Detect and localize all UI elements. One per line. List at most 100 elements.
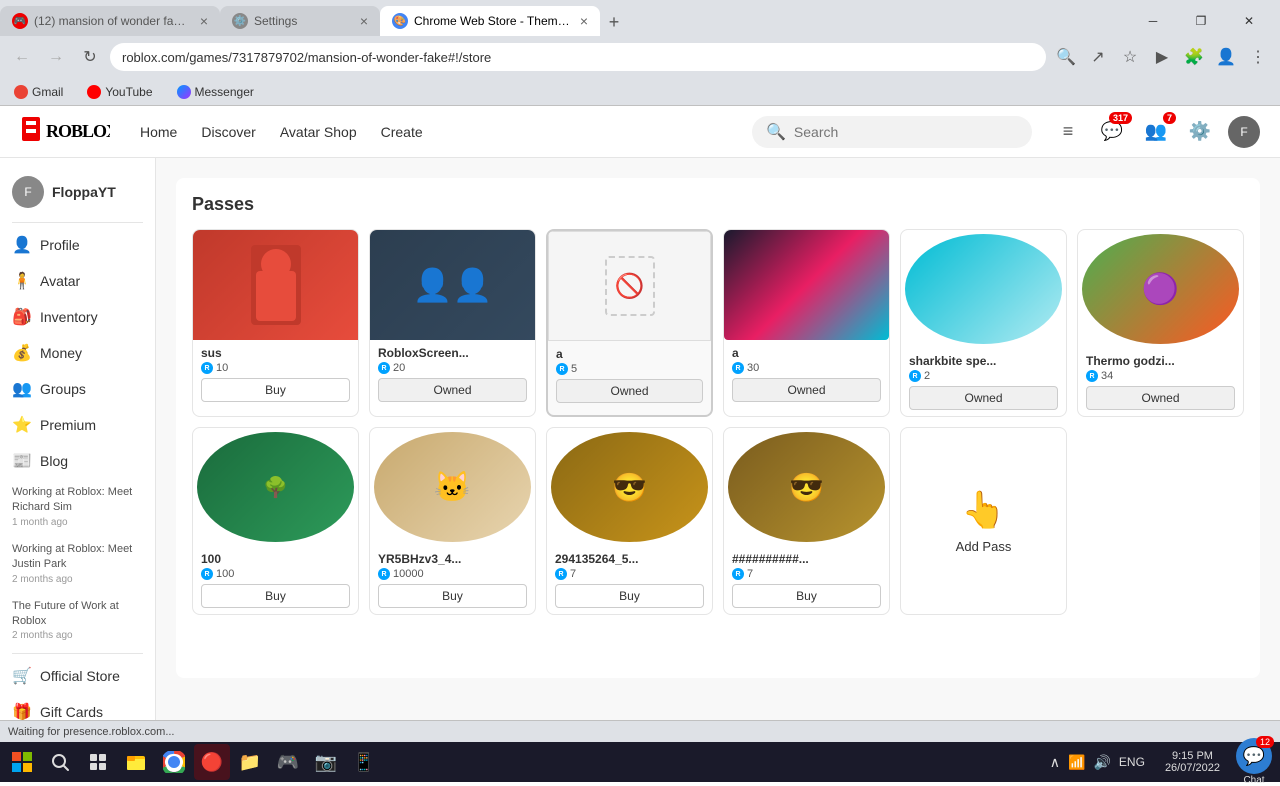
new-tab-button[interactable]: + <box>600 8 628 36</box>
window-controls: ─ ❐ ✕ <box>1130 6 1280 36</box>
bookmark-gmail[interactable]: Gmail <box>8 83 69 101</box>
buy-button-100[interactable]: Buy <box>201 584 350 608</box>
bookmark-star-icon[interactable]: ☆ <box>1116 43 1144 71</box>
buy-button-yr5[interactable]: Buy <box>378 584 527 608</box>
robux-icon-4: R <box>732 362 744 374</box>
settings-icon[interactable]: ⚙️ <box>1184 116 1216 148</box>
sidebar-item-blog[interactable]: 📰 Blog <box>0 443 155 479</box>
sidebar-item-inventory[interactable]: 🎒 Inventory <box>0 299 155 335</box>
blog-post-3[interactable]: The Future of Work at Roblox 2 months ag… <box>0 593 155 650</box>
tray-sound[interactable]: 🔊 <box>1093 754 1110 771</box>
nav-home[interactable]: Home <box>140 124 177 140</box>
taskbar-app-9[interactable]: 📱 <box>346 744 382 780</box>
roblox-search-bar[interactable]: 🔍 <box>752 116 1032 148</box>
taskbar-explorer[interactable] <box>118 744 154 780</box>
owned-button-robloxscreen[interactable]: Owned <box>378 378 527 402</box>
add-pass-card[interactable]: 👆 Add Pass <box>900 427 1067 615</box>
tray-network[interactable]: 📶 <box>1068 754 1085 771</box>
address-input[interactable] <box>110 43 1046 71</box>
nav-discover[interactable]: Discover <box>201 124 255 140</box>
back-button[interactable]: ← <box>8 43 36 71</box>
game-store-area: Passes sus <box>176 178 1260 678</box>
robux-icon-7: R <box>201 568 213 580</box>
taskbar-chrome[interactable] <box>156 744 192 780</box>
owned-button-a2[interactable]: Owned <box>732 378 881 402</box>
play-icon[interactable]: ▶ <box>1148 43 1176 71</box>
tab-1[interactable]: 🎮 (12) mansion of wonder fake - R... × <box>0 6 220 36</box>
extensions-icon[interactable]: 🧩 <box>1180 43 1208 71</box>
pass-card-robloxscreen[interactable]: 👤👤 RobloxScreen... R 20 Owned <box>369 229 536 417</box>
avatar-sidebar-icon: 🧍 <box>12 271 32 291</box>
tray-battery[interactable]: ENG <box>1119 755 1145 769</box>
taskbar-task-view[interactable] <box>80 744 116 780</box>
tab-3[interactable]: 🎨 Chrome Web Store - Themes × <box>380 6 600 36</box>
taskbar-files[interactable]: 📁 <box>232 744 268 780</box>
user-avatar-sidebar: F <box>12 176 44 208</box>
tray-arrow[interactable]: ∧ <box>1050 754 1060 771</box>
tab-1-close[interactable]: × <box>200 13 208 29</box>
pass-card-294[interactable]: 😎 294135264_5... R 7 Buy <box>546 427 713 615</box>
friends-icon[interactable]: 👥 7 <box>1140 116 1172 148</box>
pass-card-a1[interactable]: 🚫 a R 5 Owned <box>546 229 713 417</box>
pass-card-sus[interactable]: sus R 10 Buy <box>192 229 359 417</box>
bookmark-messenger[interactable]: Messenger <box>171 83 260 101</box>
pass-card-thermo[interactable]: 🟣 Thermo godzi... R 34 Owned <box>1077 229 1244 417</box>
owned-button-a1[interactable]: Owned <box>556 379 703 403</box>
nav-avatar-shop[interactable]: Avatar Shop <box>280 124 357 140</box>
sidebar-item-avatar[interactable]: 🧍 Avatar <box>0 263 155 299</box>
browser-chrome: 🎮 (12) mansion of wonder fake - R... × ⚙… <box>0 0 1280 106</box>
sidebar-item-official-store[interactable]: 🛒 Official Store <box>0 658 155 694</box>
reload-button[interactable]: ↻ <box>76 43 104 71</box>
minimize-button[interactable]: ─ <box>1130 6 1176 36</box>
owned-button-sharkbite[interactable]: Owned <box>909 386 1058 410</box>
blog-post-1-title: Working at Roblox: Meet Richard Sim <box>12 485 143 516</box>
buy-button-294[interactable]: Buy <box>555 584 704 608</box>
taskbar-search-button[interactable] <box>42 744 78 780</box>
blog-post-1[interactable]: Working at Roblox: Meet Richard Sim 1 mo… <box>0 479 155 536</box>
sidebar-item-groups[interactable]: 👥 Groups <box>0 371 155 407</box>
bookmark-youtube[interactable]: YouTube <box>81 83 158 101</box>
pass-price-robloxscreen: R 20 <box>378 362 527 374</box>
pass-card-yr5[interactable]: 🐱 YR5BHzv3_4... R 10000 Buy <box>369 427 536 615</box>
sidebar-label-official-store: Official Store <box>40 668 120 684</box>
blog-post-2[interactable]: Working at Roblox: Meet Justin Park 2 mo… <box>0 536 155 593</box>
buy-button-hash[interactable]: Buy <box>732 584 881 608</box>
pass-card-sharkbite[interactable]: sharkbite spe... R 2 Owned <box>900 229 1067 417</box>
taskbar-discord[interactable]: 🎮 <box>270 744 306 780</box>
start-button[interactable] <box>4 744 40 780</box>
forward-button[interactable]: → <box>42 43 70 71</box>
roblox-logo[interactable]: ROBLOX <box>20 115 110 149</box>
user-avatar-header[interactable]: F <box>1228 116 1260 148</box>
clock[interactable]: 9:15 PM 26/07/2022 <box>1157 750 1228 774</box>
maximize-button[interactable]: ❐ <box>1178 6 1224 36</box>
owned-button-thermo[interactable]: Owned <box>1086 386 1235 410</box>
add-pass-label: Add Pass <box>956 539 1012 554</box>
search-input[interactable] <box>794 124 1014 140</box>
taskbar-camera[interactable]: 📷 <box>308 744 344 780</box>
tab-3-close[interactable]: × <box>580 13 588 29</box>
menu-icon[interactable]: ⋮ <box>1244 43 1272 71</box>
robux-icon-6: R <box>1086 370 1098 382</box>
chat-bubble[interactable]: 💬 12 Chat <box>1236 738 1272 786</box>
search-lens-icon[interactable]: 🔍 <box>1052 43 1080 71</box>
sidebar-item-gift-cards[interactable]: 🎁 Gift Cards <box>0 694 155 720</box>
profile-icon[interactable]: 👤 <box>1212 43 1240 71</box>
feed-icon[interactable]: ≡ <box>1052 116 1084 148</box>
pass-info-a2: a R 30 Owned <box>724 340 889 408</box>
tab-2-close[interactable]: × <box>360 13 368 29</box>
user-section[interactable]: F FloppaYT <box>0 166 155 218</box>
tab-2[interactable]: ⚙️ Settings × <box>220 6 380 36</box>
nav-create[interactable]: Create <box>381 124 423 140</box>
sidebar-item-profile[interactable]: 👤 Profile <box>0 227 155 263</box>
pass-card-hash[interactable]: 😎 ##########... R 7 Buy <box>723 427 890 615</box>
pass-card-a2[interactable]: a R 30 Owned <box>723 229 890 417</box>
sidebar-item-money[interactable]: 💰 Money <box>0 335 155 371</box>
pass-name-294: 294135264_5... <box>555 552 704 566</box>
close-button[interactable]: ✕ <box>1226 6 1272 36</box>
buy-button-sus[interactable]: Buy <box>201 378 350 402</box>
taskbar-app-5[interactable]: 🔴 <box>194 744 230 780</box>
share-icon[interactable]: ↗ <box>1084 43 1112 71</box>
chat-icon[interactable]: 💬 317 <box>1096 116 1128 148</box>
sidebar-item-premium[interactable]: ⭐ Premium <box>0 407 155 443</box>
pass-card-100[interactable]: 🌳 100 R 100 Buy <box>192 427 359 615</box>
